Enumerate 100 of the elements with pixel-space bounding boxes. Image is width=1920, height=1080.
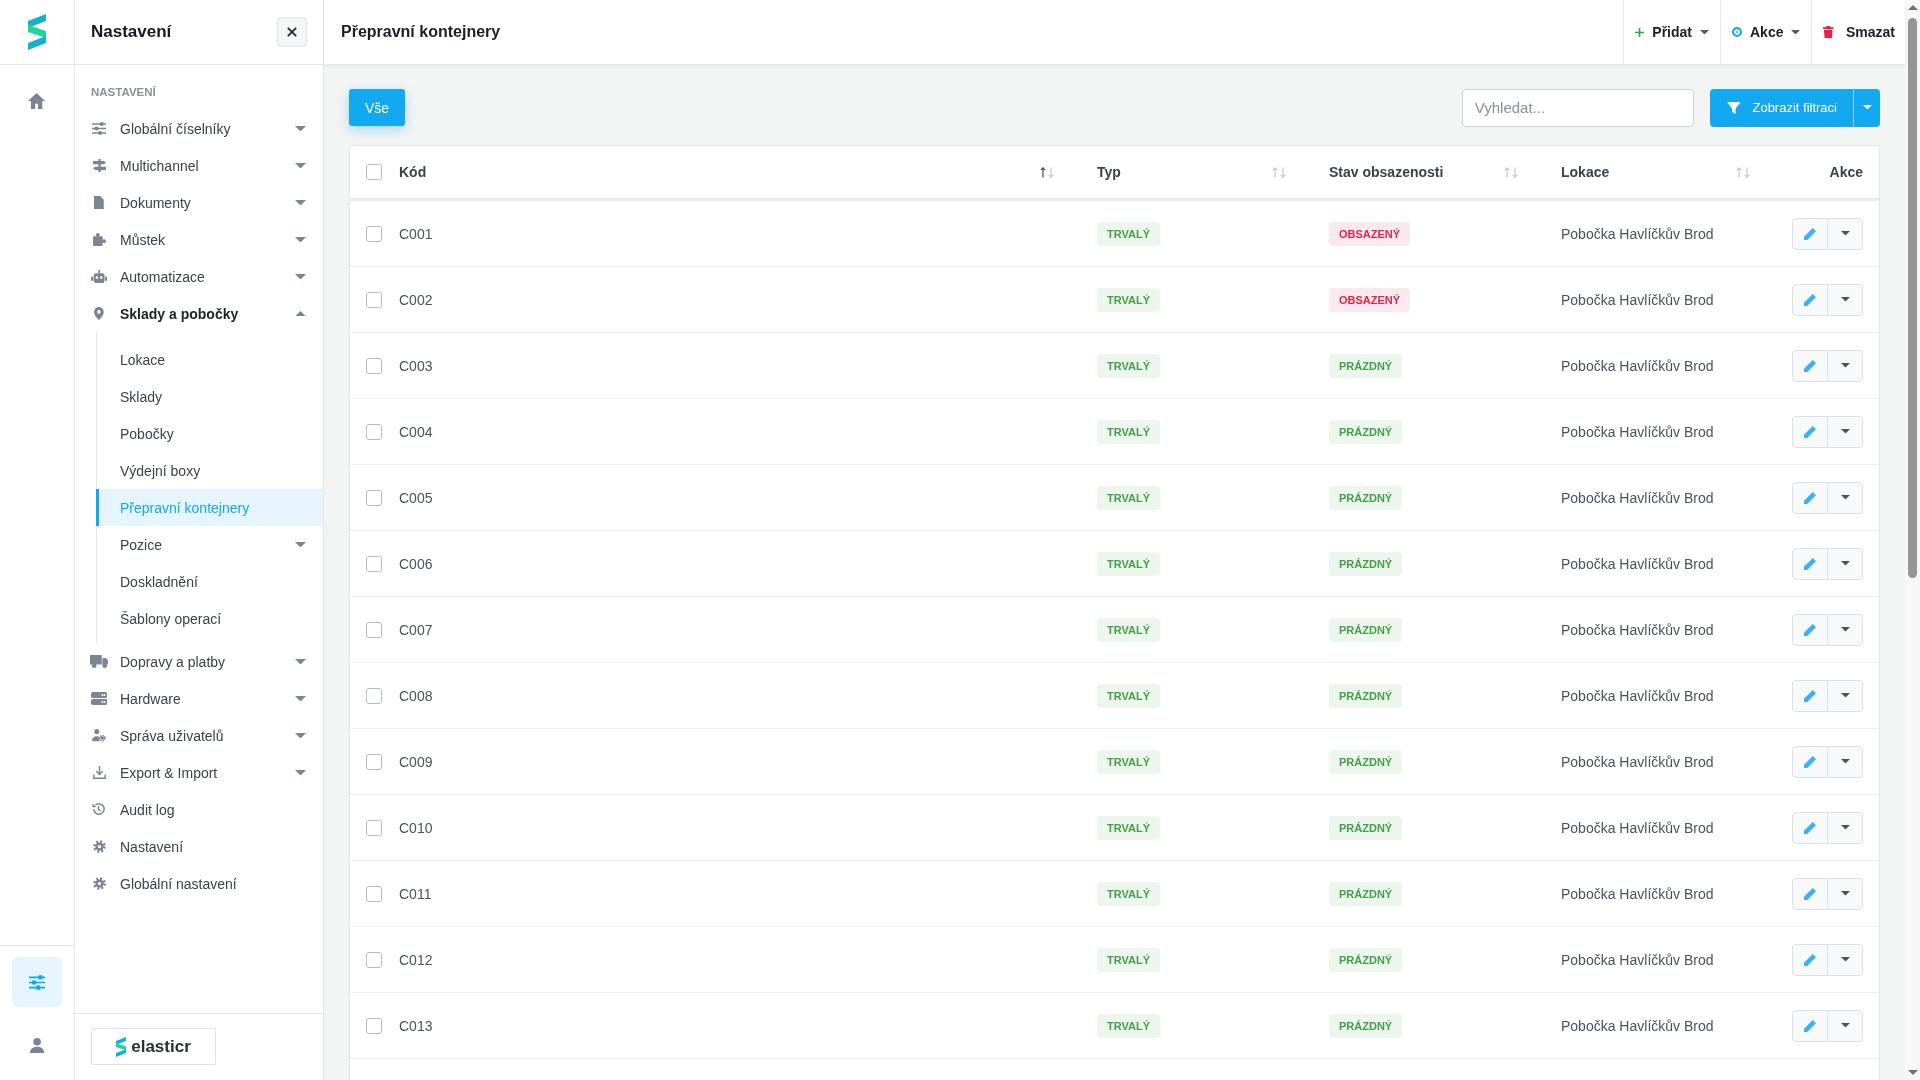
pencil-icon [1804, 425, 1816, 438]
location-text: Pobočka Havlíčkův Brod [1561, 753, 1714, 770]
container-code: C011 [399, 885, 432, 902]
type-badge: TRVALÝ [1097, 683, 1160, 708]
row-checkbox[interactable] [366, 951, 382, 968]
status-badge: PRÁZDNÝ [1329, 485, 1403, 510]
sidebar-item[interactable]: Export & Import [91, 754, 323, 791]
type-badge: TRVALÝ [1097, 485, 1160, 510]
row-checkbox[interactable] [366, 423, 382, 440]
edit-button[interactable] [1792, 217, 1828, 250]
row-menu-button[interactable] [1828, 547, 1863, 580]
sidebar-item[interactable]: Globální nastavení [91, 865, 323, 902]
caret-icon [1840, 759, 1850, 764]
page-title: Přepravní kontejnery [341, 23, 502, 41]
sidebar-subitem[interactable]: Výdejní boxy [96, 452, 323, 489]
sidebar-item[interactable]: Multichannel [91, 147, 323, 184]
pencil-icon [1804, 887, 1816, 900]
type-badge: TRVALÝ [1097, 815, 1160, 840]
select-all-checkbox[interactable] [366, 164, 382, 180]
row-checkbox[interactable] [366, 885, 382, 902]
row-checkbox[interactable] [366, 225, 382, 242]
ring-icon [1732, 27, 1742, 37]
edit-button[interactable] [1792, 283, 1828, 316]
sidebar-item[interactable]: Můstek [91, 221, 323, 258]
sidebar-subitem[interactable]: Šablony operací [96, 600, 323, 637]
sidebar-item[interactable]: Sklady a pobočky [91, 295, 323, 332]
caret-icon [1840, 495, 1850, 500]
pencil-icon [1804, 623, 1816, 636]
row-checkbox[interactable] [366, 1017, 382, 1034]
row-menu-button[interactable] [1828, 943, 1863, 976]
column-header: Kód [399, 164, 427, 180]
row-menu-button[interactable] [1828, 217, 1863, 250]
download-icon [92, 766, 106, 779]
row-menu-button[interactable] [1828, 481, 1863, 514]
row-checkbox[interactable] [366, 819, 382, 836]
sidebar-item[interactable]: Správa uživatelů [91, 717, 323, 754]
sidebar-item[interactable]: Dokumenty [91, 184, 323, 221]
row-checkbox[interactable] [366, 357, 382, 374]
pencil-icon [1804, 359, 1816, 372]
row-menu-button[interactable] [1828, 679, 1863, 712]
sidebar-title: Nastavení [91, 22, 172, 42]
puzzle-icon [92, 233, 106, 246]
sidebar-subitem[interactable]: Sklady [96, 378, 323, 415]
row-menu-button[interactable] [1828, 283, 1863, 316]
edit-button[interactable] [1792, 349, 1828, 382]
edit-button[interactable] [1792, 679, 1828, 712]
row-checkbox[interactable] [366, 621, 382, 638]
sidebar-subitem[interactable]: Doskladnění [96, 563, 323, 600]
scrollbar-thumb[interactable] [1908, 18, 1917, 578]
edit-button[interactable] [1792, 877, 1828, 910]
edit-button[interactable] [1792, 943, 1828, 976]
caret-icon [1791, 29, 1801, 35]
edit-button[interactable] [1792, 481, 1828, 514]
sliders-button[interactable] [12, 957, 62, 1007]
row-checkbox[interactable] [366, 555, 382, 572]
row-checkbox[interactable] [366, 687, 382, 704]
sidebar-item[interactable]: Automatizace [91, 258, 323, 295]
row-checkbox[interactable] [366, 291, 382, 308]
edit-button[interactable] [1792, 745, 1828, 778]
sidebar-subitem[interactable]: Lokace [96, 341, 323, 378]
brand-link[interactable]: elasticr [91, 1028, 216, 1065]
row-menu-button[interactable] [1828, 1009, 1863, 1042]
caret-icon [1840, 561, 1850, 566]
add-button[interactable]: Přidat [1623, 0, 1720, 64]
filter-menu-button[interactable] [1853, 88, 1880, 127]
caret-icon [1840, 363, 1850, 368]
sidebar-item[interactable]: Dopravy a platby [91, 643, 323, 680]
edit-button[interactable] [1792, 1009, 1828, 1042]
search-field[interactable]: Vyhledat... [1461, 88, 1694, 127]
edit-button[interactable] [1792, 613, 1828, 646]
actions-button[interactable]: Akce [1720, 0, 1812, 64]
sidebar-item[interactable]: Nastavení [91, 828, 323, 865]
edit-button[interactable] [1792, 547, 1828, 580]
row-menu-button[interactable] [1828, 415, 1863, 448]
gear-icon [92, 840, 106, 853]
pencil-icon [1804, 293, 1816, 306]
sidebar-item[interactable]: Globální číselníky [91, 110, 323, 147]
edit-button[interactable] [1792, 415, 1828, 448]
row-menu-button[interactable] [1828, 349, 1863, 382]
row-checkbox[interactable] [366, 753, 382, 770]
caret-icon [1840, 627, 1850, 632]
sidebar-item[interactable]: Hardware [91, 680, 323, 717]
sidebar-item[interactable]: Audit log [91, 791, 323, 828]
column-header: Lokace [1561, 164, 1610, 180]
sidebar-subitem[interactable]: Pobočky [96, 415, 323, 452]
close-button[interactable] [277, 17, 307, 47]
row-checkbox[interactable] [366, 489, 382, 506]
sort-icon[interactable] [1040, 166, 1054, 178]
location-text: Pobočka Havlíčkův Brod [1561, 819, 1714, 836]
row-menu-button[interactable] [1828, 811, 1863, 844]
edit-button[interactable] [1792, 811, 1828, 844]
delete-button[interactable]: Smazat [1811, 0, 1905, 64]
location-text: Pobočka Havlíčkův Brod [1561, 489, 1714, 506]
sidebar-subitem[interactable]: Pozice [96, 526, 323, 563]
row-menu-button[interactable] [1828, 877, 1863, 910]
row-menu-button[interactable] [1828, 613, 1863, 646]
section-label: NASTAVENÍ [91, 85, 157, 99]
row-menu-button[interactable] [1828, 745, 1863, 778]
plus-icon [1635, 27, 1645, 37]
pencil-icon [1804, 1019, 1816, 1032]
